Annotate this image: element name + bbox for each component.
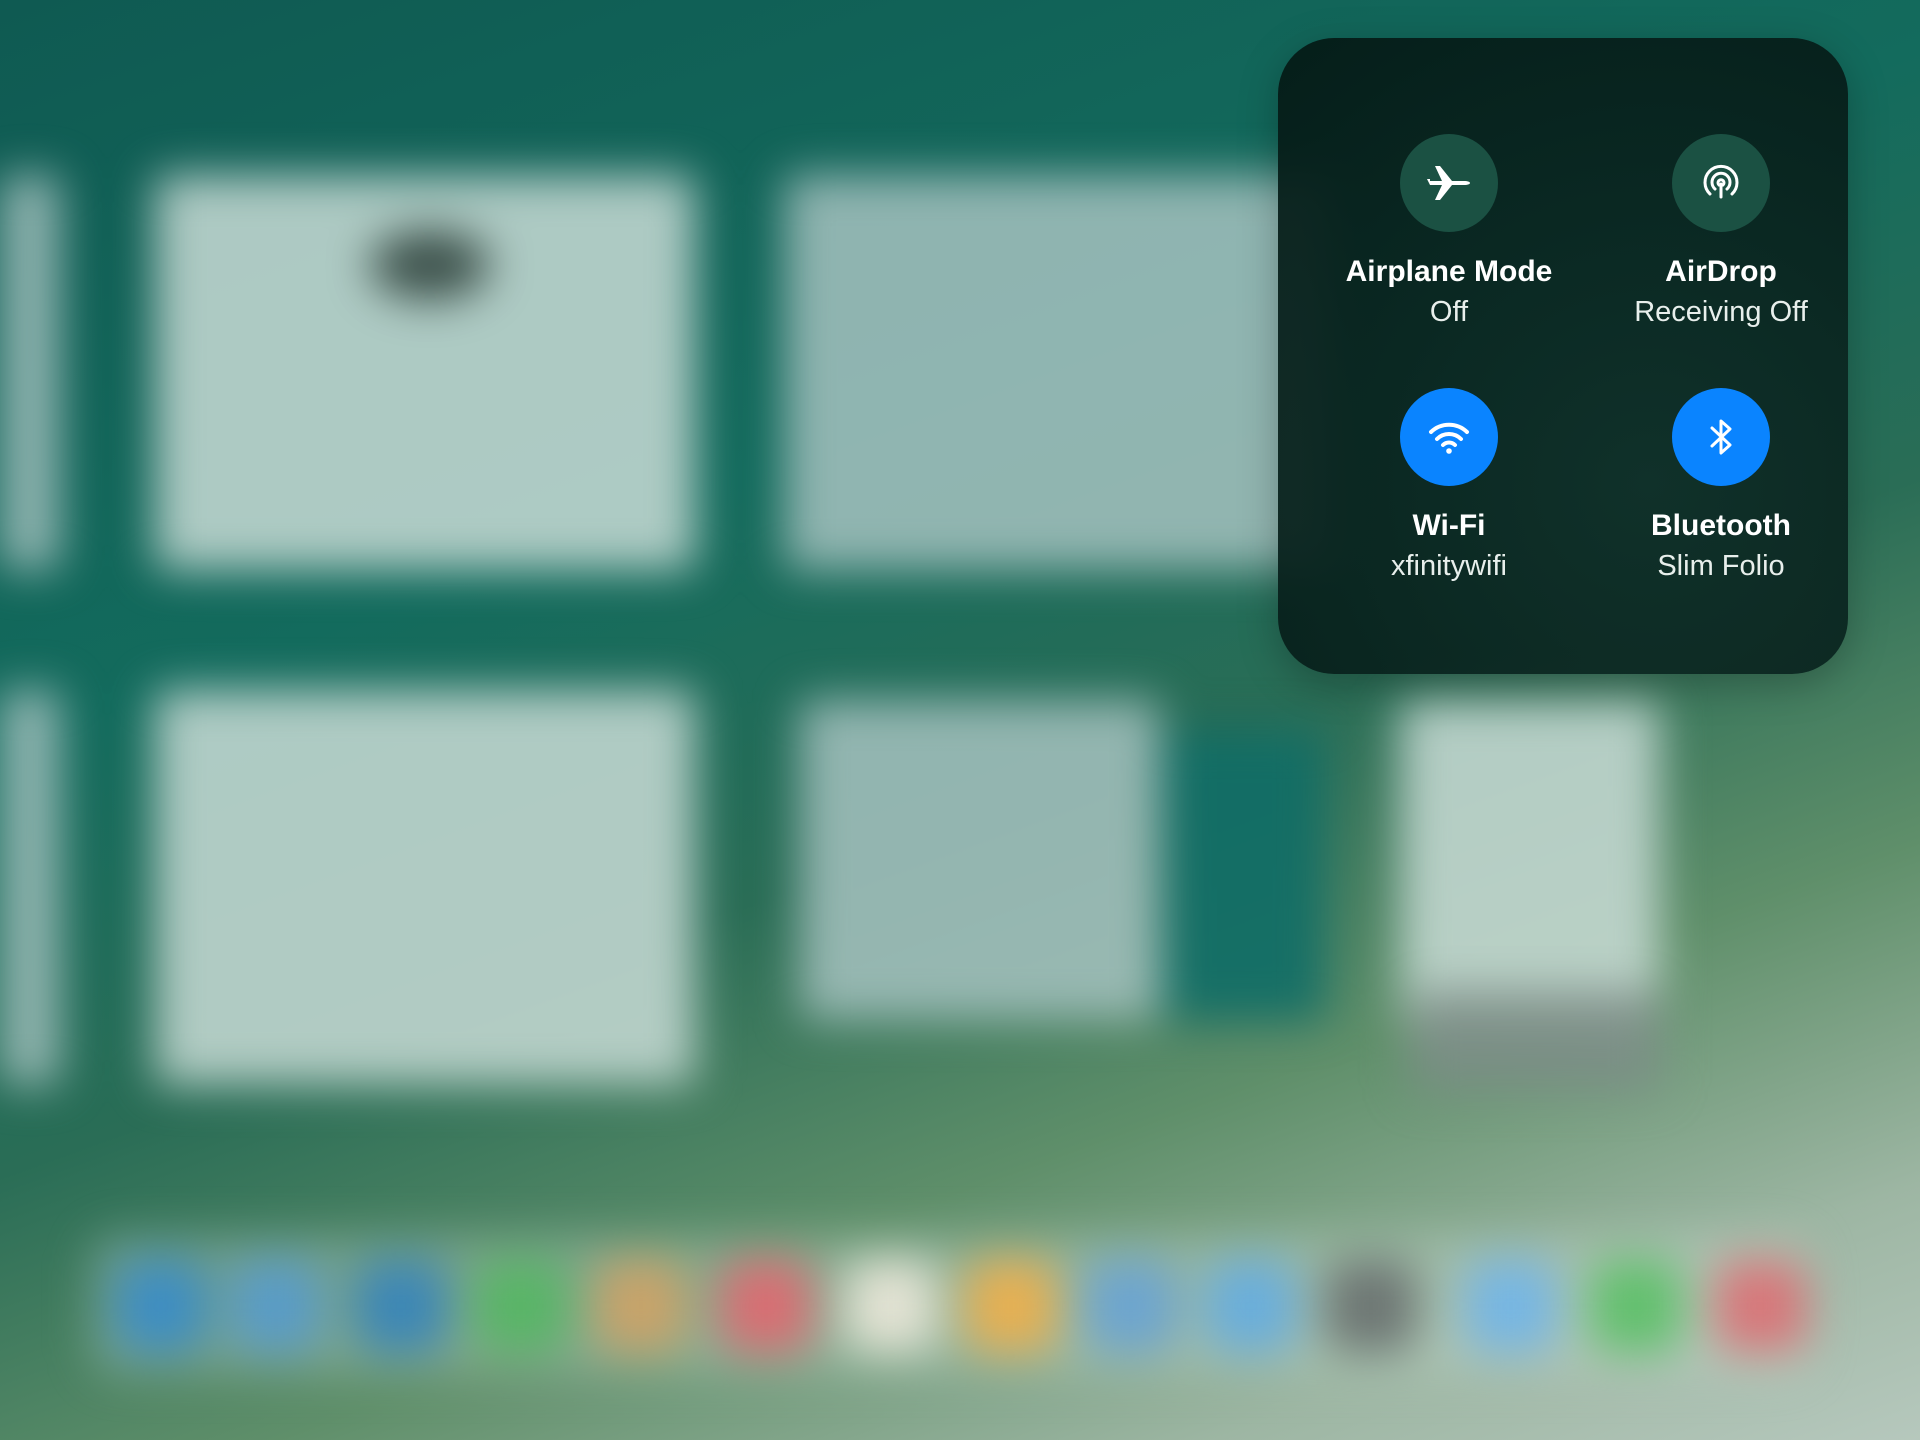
dock-app-icon <box>595 1260 687 1352</box>
dock-app-icon <box>1205 1260 1297 1352</box>
app-card-document <box>785 175 1325 570</box>
connectivity-module: Airplane Mode Off AirDrop Receiving Off … <box>1278 38 1848 674</box>
airdrop-toggle[interactable]: AirDrop Receiving Off <box>1584 134 1858 354</box>
airdrop-icon <box>1703 164 1739 199</box>
wifi-network-name: xfinitywifi <box>1390 550 1507 582</box>
airplane-mode-label: Airplane Mode <box>1345 255 1553 288</box>
app-card-image <box>370 230 490 300</box>
dock-app-icon <box>230 1260 322 1352</box>
bluetooth-toggle[interactable]: Bluetooth Slim Folio <box>1584 388 1858 608</box>
airplane-mode-toggle[interactable]: Airplane Mode Off <box>1312 134 1586 354</box>
dock-app-icon <box>720 1260 812 1352</box>
app-card-panel <box>1410 990 1660 1090</box>
dock-app-icon <box>1085 1260 1177 1352</box>
airplane-mode-button[interactable] <box>1400 134 1498 232</box>
airdrop-status: Receiving Off <box>1634 296 1808 328</box>
wifi-label: Wi-Fi <box>1412 509 1486 542</box>
dock-app-icon <box>1715 1260 1807 1352</box>
dock-app-icon <box>965 1260 1057 1352</box>
wifi-toggle[interactable]: Wi-Fi xfinitywifi <box>1312 388 1586 608</box>
app-card-photo <box>1165 730 1325 1020</box>
bluetooth-device-name: Slim Folio <box>1657 550 1785 582</box>
app-card-left-edge-2 <box>0 690 60 1085</box>
dock-app-icon <box>1590 1260 1682 1352</box>
bluetooth-button[interactable] <box>1672 388 1770 486</box>
airdrop-label: AirDrop <box>1665 255 1777 288</box>
app-card-grid <box>800 700 1160 1020</box>
dock-app-icon <box>845 1260 937 1352</box>
airdrop-button[interactable] <box>1672 134 1770 232</box>
airplane-mode-status: Off <box>1429 296 1469 328</box>
bluetooth-icon <box>1710 419 1732 455</box>
dock-app-icon <box>115 1260 207 1352</box>
wifi-icon <box>1429 422 1469 454</box>
bluetooth-label: Bluetooth <box>1651 509 1791 542</box>
airplane-icon <box>1427 166 1470 200</box>
app-card-map <box>1400 700 1660 1030</box>
dock-app-icon <box>1465 1260 1557 1352</box>
dock-app-icon <box>355 1260 447 1352</box>
dock-app-icon <box>475 1260 567 1352</box>
wifi-button[interactable] <box>1400 388 1498 486</box>
app-card-left-edge <box>0 175 60 570</box>
app-card-safari <box>155 690 695 1085</box>
dock-app-icon <box>1325 1260 1417 1352</box>
